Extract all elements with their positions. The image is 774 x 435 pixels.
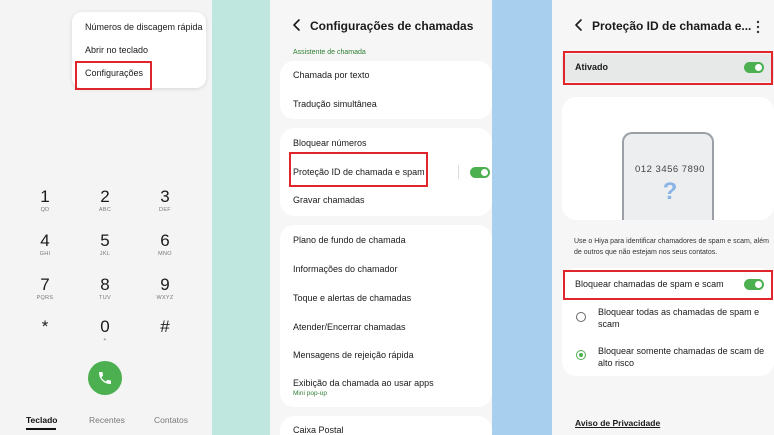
key-letters: DEF xyxy=(159,207,171,213)
row-divider xyxy=(458,165,459,179)
row-call-display[interactable]: Exibição da chamada ao usar apps xyxy=(293,378,434,388)
tab-contacts[interactable]: Contatos xyxy=(154,415,188,425)
key-letters: ABC xyxy=(98,207,112,213)
key-digit: 8 xyxy=(100,275,110,294)
key-digit: 1 xyxy=(40,187,50,206)
key-4[interactable]: 4 GHI xyxy=(15,232,75,258)
key-letters: GHI xyxy=(39,251,51,257)
menu-item-speed-dial[interactable]: Números de discagem rápida xyxy=(85,22,203,32)
row-record-calls[interactable]: Gravar chamadas xyxy=(293,195,365,205)
back-arrow-icon[interactable] xyxy=(572,18,586,32)
key-0[interactable]: 0 + xyxy=(75,318,135,344)
key-digit: 3 xyxy=(160,187,170,206)
key-5[interactable]: 5 JKL xyxy=(75,232,135,258)
row-voicemail[interactable]: Caixa Postal xyxy=(293,425,344,435)
key-letters: PQRS xyxy=(36,295,54,301)
key-letters: TUV xyxy=(99,295,111,301)
gap-divider-blue xyxy=(492,0,552,435)
tab-keypad[interactable]: Teclado xyxy=(26,415,58,425)
key-letters: WXYZ xyxy=(156,295,174,301)
highlight-box-block-spam xyxy=(563,270,773,300)
key-letters: MNO xyxy=(158,251,172,257)
row-quick-decline[interactable]: Mensagens de rejeição rápida xyxy=(293,350,414,360)
row-text-call[interactable]: Chamada por texto xyxy=(293,70,370,80)
key-9[interactable]: 9 WXYZ xyxy=(135,276,195,302)
key-letters: JKL xyxy=(99,251,111,257)
option-block-high-risk[interactable]: Bloquear somente chamadas de scam de alt… xyxy=(598,345,768,369)
key-2[interactable]: 2 ABC xyxy=(75,188,135,214)
key-digit: 9 xyxy=(160,275,170,294)
section-label-assistant: Assistente de chamada xyxy=(293,49,366,56)
row-call-background[interactable]: Plano de fundo de chamada xyxy=(293,235,406,245)
call-button[interactable] xyxy=(88,361,122,395)
radio-block-all[interactable] xyxy=(576,312,586,322)
highlight-box-caller-id xyxy=(289,152,428,187)
key-digit: * xyxy=(41,317,49,336)
hiya-description: Use o Hiya para identificar chamadores d… xyxy=(574,238,769,256)
caller-id-spam-toggle[interactable] xyxy=(470,167,490,178)
back-arrow-icon[interactable] xyxy=(290,18,304,32)
key-6[interactable]: 6 MNO xyxy=(135,232,195,258)
page-title: Configurações de chamadas xyxy=(310,19,474,33)
settings-card-assistant: Chamada por texto Tradução simultânea xyxy=(280,61,492,119)
key-digit: 7 xyxy=(40,275,50,294)
tab-recents[interactable]: Recentes xyxy=(89,415,125,425)
highlight-box-settings xyxy=(75,61,152,90)
menu-item-open-keypad[interactable]: Abrir no teclado xyxy=(85,45,148,55)
caller-id-panel: Proteção ID de chamada e... Ativado 012 … xyxy=(552,0,774,435)
row-caller-info[interactable]: Informações do chamador xyxy=(293,264,398,274)
key-hash[interactable]: # xyxy=(135,318,195,336)
phone-icon xyxy=(99,372,111,384)
more-options-icon[interactable] xyxy=(756,20,760,34)
row-answer-end[interactable]: Atender/Encerrar chamadas xyxy=(293,322,406,332)
key-digit: 4 xyxy=(40,231,50,250)
key-digit: # xyxy=(160,317,170,336)
gap-divider-teal xyxy=(212,0,270,435)
row-ringtones-alerts[interactable]: Toque e alertas de chamadas xyxy=(293,293,411,303)
key-star[interactable]: * xyxy=(15,318,75,336)
phone-illustration-number: 012 3456 7890 xyxy=(635,164,705,175)
highlight-box-enabled xyxy=(563,51,773,85)
key-digit: 2 xyxy=(100,187,110,206)
phone-illustration: 012 3456 7890 ? xyxy=(622,132,714,220)
radio-block-high-risk[interactable] xyxy=(576,350,586,360)
key-letters: + xyxy=(103,337,107,343)
row-live-translate[interactable]: Tradução simultânea xyxy=(293,99,377,109)
page-title: Proteção ID de chamada e... xyxy=(592,19,752,33)
dialer-panel: Números de discagem rápida Abrir no tecl… xyxy=(0,0,212,435)
call-settings-panel: Configurações de chamadas Assistente de … xyxy=(270,0,492,435)
privacy-notice-link[interactable]: Aviso de Privacidade xyxy=(575,418,660,428)
key-letters: QD xyxy=(40,207,50,213)
key-7[interactable]: 7 PQRS xyxy=(15,276,75,302)
settings-card-call-options: Plano de fundo de chamada Informações do… xyxy=(280,225,492,407)
key-digit: 6 xyxy=(160,231,170,250)
key-1[interactable]: 1 QD xyxy=(15,188,75,214)
key-digit: 5 xyxy=(100,231,110,250)
question-mark-icon: ? xyxy=(662,178,678,205)
option-block-all[interactable]: Bloquear todas as chamadas de spam e sca… xyxy=(598,306,768,330)
active-tab-indicator xyxy=(26,428,56,430)
row-call-display-value: Mini pop-up xyxy=(293,390,327,397)
key-digit: 0 xyxy=(100,317,110,336)
key-8[interactable]: 8 TUV xyxy=(75,276,135,302)
row-block-numbers[interactable]: Bloquear números xyxy=(293,138,367,148)
settings-card-voicemail: Caixa Postal xyxy=(280,416,492,435)
key-3[interactable]: 3 DEF xyxy=(135,188,195,214)
